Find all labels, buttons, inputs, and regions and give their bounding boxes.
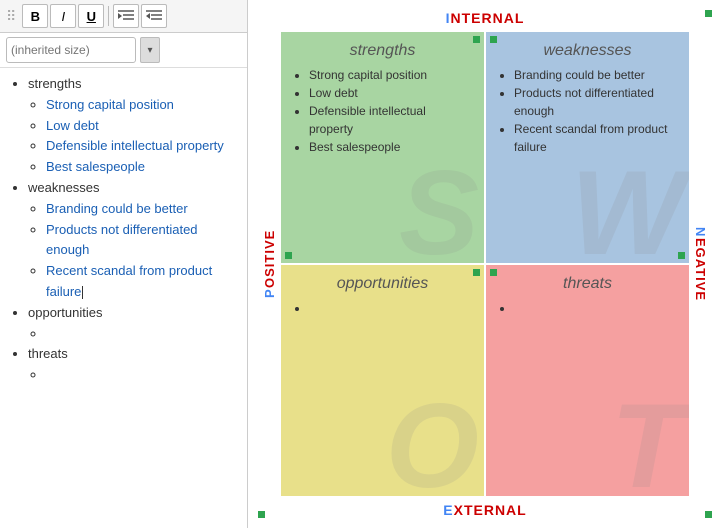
list-item xyxy=(46,365,237,386)
corner-dot xyxy=(490,269,497,276)
swot-cell-weaknesses: W weaknesses Branding could be better Pr… xyxy=(486,32,689,263)
threats-bg-letter: T xyxy=(611,386,684,496)
corner-dot xyxy=(490,36,497,43)
internal-label-rest: NTERNAL xyxy=(451,10,525,26)
list-item: Products not differentiated enough xyxy=(46,220,237,262)
swot-cell-strengths: S strengths Strong capital position Low … xyxy=(281,32,484,263)
weaknesses-title: weaknesses xyxy=(498,42,677,60)
strengths-bg-letter: S xyxy=(399,153,479,263)
font-size-input[interactable] xyxy=(6,37,136,63)
font-size-dropdown-arrow[interactable]: ▾ xyxy=(140,37,160,63)
editor-content[interactable]: strengths Strong capital position Low de… xyxy=(0,68,247,528)
list-item xyxy=(309,299,472,317)
list-item: Best salespeople xyxy=(46,157,237,178)
list-item: Defensible intellectual property xyxy=(46,136,237,157)
left-editor-panel: ⠿ B I U ▾ stre xyxy=(0,0,248,528)
list-item: Strong capital position xyxy=(46,95,237,116)
list-item: threats xyxy=(28,344,237,386)
outdent-icon xyxy=(146,9,162,23)
weaknesses-list: Branding could be better Products not di… xyxy=(498,66,677,156)
formatting-toolbar: ⠿ B I U xyxy=(0,0,247,33)
external-label-first: E xyxy=(443,502,453,518)
list-item: Branding could be better xyxy=(46,199,237,220)
list-item: Low debt xyxy=(309,84,472,102)
bold-button[interactable]: B xyxy=(22,4,48,28)
swot-grid: S strengths Strong capital position Low … xyxy=(281,32,689,496)
weaknesses-bg-letter: W xyxy=(571,153,684,263)
list-item: weaknesses Branding could be better Prod… xyxy=(28,178,237,303)
threats-list xyxy=(498,299,677,317)
external-label-rest: XTERNAL xyxy=(454,502,527,518)
outdent-button[interactable] xyxy=(141,4,167,28)
corner-dot xyxy=(285,252,292,259)
list-item xyxy=(46,324,237,345)
list-item: opportunities xyxy=(28,303,237,345)
corner-dot-bottom-right xyxy=(705,511,712,518)
corner-dot-bottom-left xyxy=(258,511,265,518)
internal-label: INTERNAL xyxy=(446,10,525,26)
list-item: strengths Strong capital position Low de… xyxy=(28,74,237,178)
list-item: Defensible intellectual property xyxy=(309,102,472,138)
strengths-title: strengths xyxy=(293,42,472,60)
indent-icon xyxy=(118,9,134,23)
font-size-row: ▾ xyxy=(0,33,247,68)
opportunities-list xyxy=(293,299,472,317)
opportunities-title: opportunities xyxy=(293,275,472,293)
strengths-list: Strong capital position Low debt Defensi… xyxy=(293,66,472,156)
corner-dot-top-right xyxy=(705,10,712,17)
indent-button[interactable] xyxy=(113,4,139,28)
opportunities-bg-letter: O xyxy=(386,386,479,496)
text-cursor xyxy=(82,286,83,299)
list-item: Recent scandal from product failure xyxy=(46,261,237,303)
corner-dot xyxy=(473,36,480,43)
negative-label: NEGATIVE xyxy=(689,32,712,496)
list-item xyxy=(514,299,677,317)
italic-button[interactable]: I xyxy=(50,4,76,28)
corner-dot xyxy=(678,252,685,259)
toolbar-divider xyxy=(108,6,109,26)
underline-button[interactable]: U xyxy=(78,4,104,28)
list-item: Low debt xyxy=(46,116,237,137)
swot-diagram-panel: INTERNAL POSITIVE S strengths Strong cap… xyxy=(248,0,722,528)
list-item: Branding could be better xyxy=(514,66,677,84)
drag-handle[interactable]: ⠿ xyxy=(6,8,16,25)
corner-dot xyxy=(473,269,480,276)
list-item: Recent scandal from product failure xyxy=(514,120,677,156)
swot-cell-opportunities: O opportunities xyxy=(281,265,484,496)
list-item: Best salespeople xyxy=(309,138,472,156)
list-item: Strong capital position xyxy=(309,66,472,84)
positive-label: POSITIVE xyxy=(258,32,281,496)
list-item: Products not differentiated enough xyxy=(514,84,677,120)
external-label: EXTERNAL xyxy=(443,502,526,518)
swot-grid-container: POSITIVE S strengths Strong capital posi… xyxy=(258,32,712,496)
threats-title: threats xyxy=(498,275,677,293)
swot-cell-threats: T threats xyxy=(486,265,689,496)
